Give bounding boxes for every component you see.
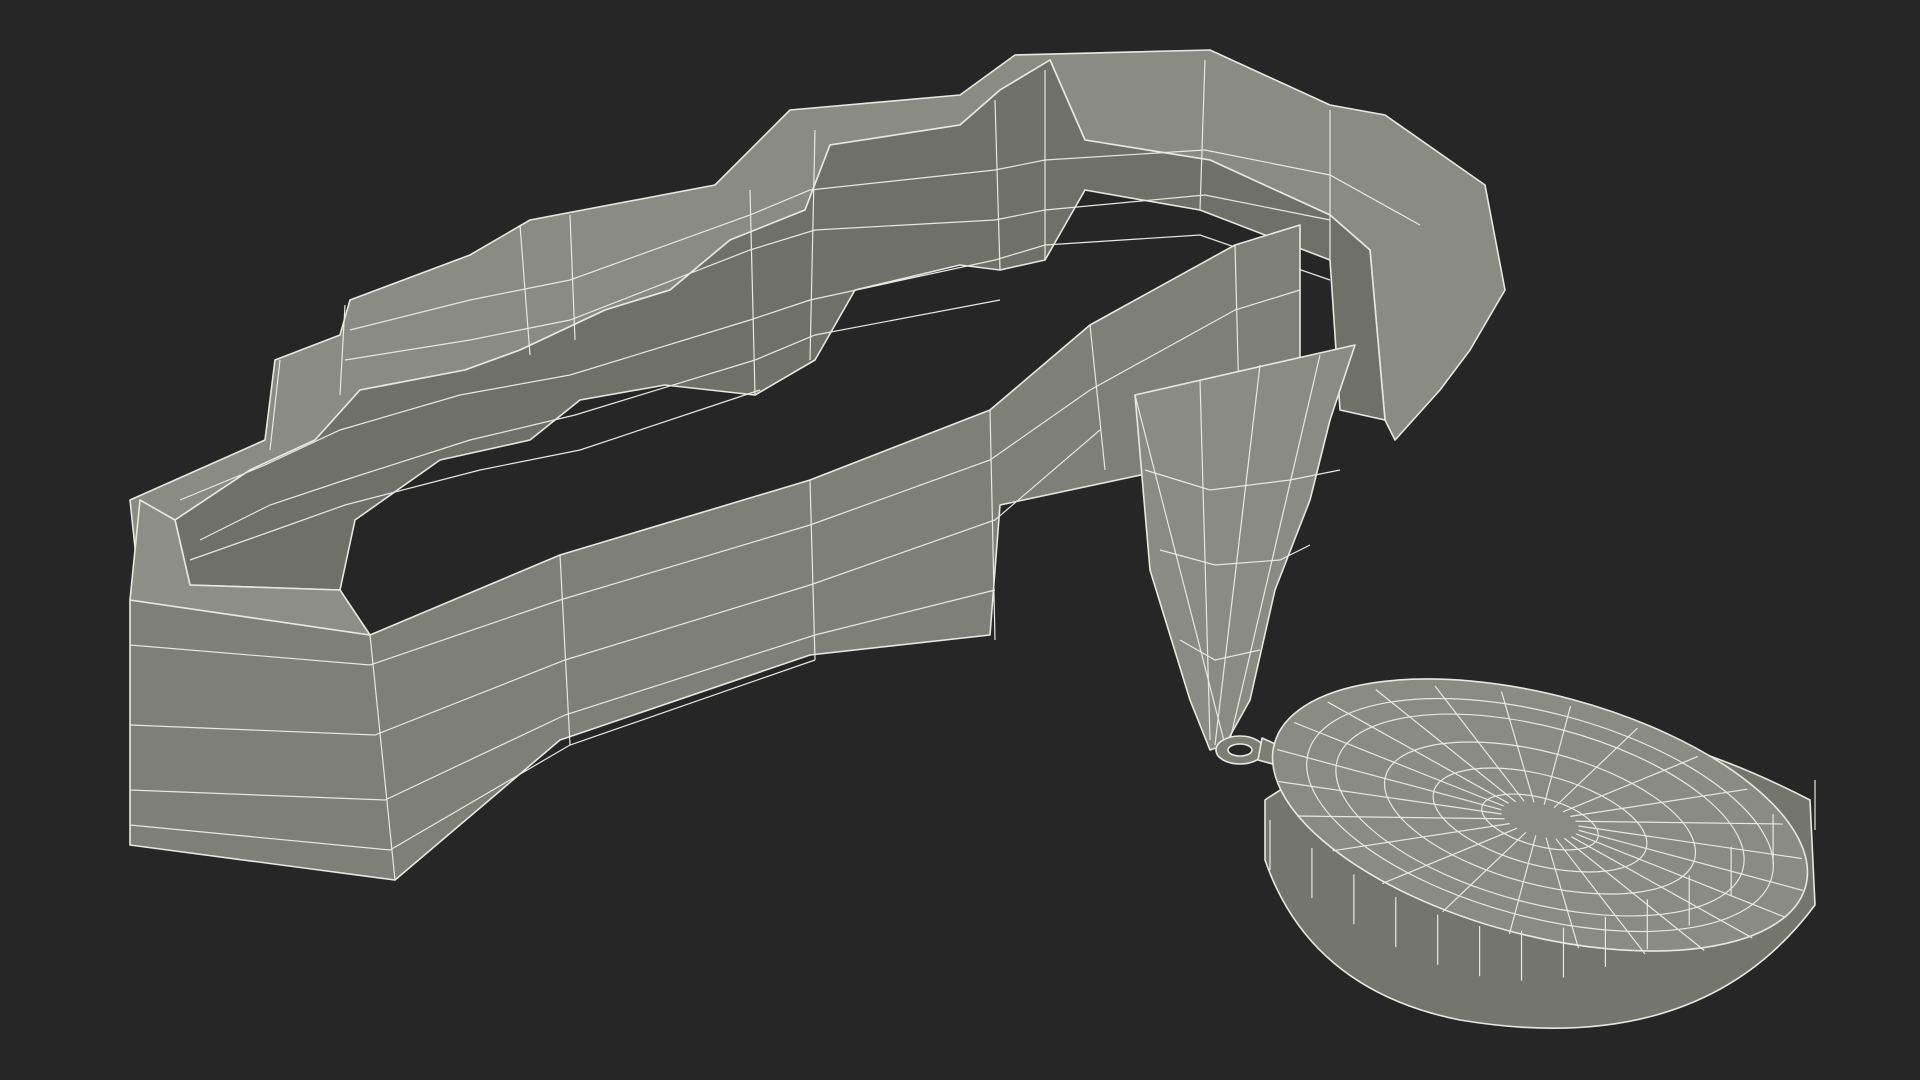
- ribbon-fold-tip: [1134, 344, 1356, 751]
- medal-disc: [1264, 678, 1816, 1029]
- wireframe-medal-render: [129, 49, 1816, 1029]
- render-viewport: [0, 0, 1920, 1080]
